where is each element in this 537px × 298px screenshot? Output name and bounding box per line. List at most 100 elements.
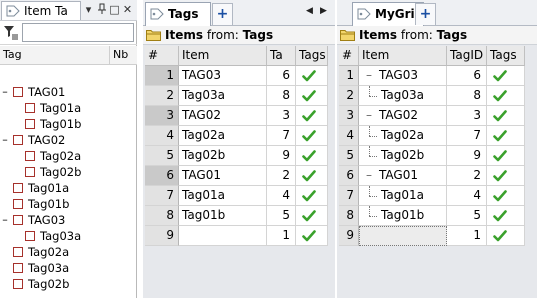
id-cell[interactable]: 2: [447, 166, 487, 186]
check-icon[interactable]: [302, 109, 316, 123]
check-icon[interactable]: [493, 129, 507, 143]
tree-item[interactable]: Tag02b: [0, 276, 137, 292]
tags-check-cell[interactable]: [296, 206, 328, 226]
tags-check-cell[interactable]: [296, 146, 328, 166]
item-cell[interactable]: – TAG03: [359, 66, 447, 86]
check-icon[interactable]: [493, 89, 507, 103]
tags-check-cell[interactable]: [487, 166, 525, 186]
row-number[interactable]: 8: [145, 206, 179, 226]
column-header-item[interactable]: Item: [179, 46, 267, 66]
collapse-icon[interactable]: –: [1, 84, 9, 100]
tags-check-cell[interactable]: [296, 226, 328, 246]
item-cell[interactable]: – TAG01: [359, 166, 447, 186]
tree-checkbox[interactable]: [13, 199, 23, 209]
tags-check-cell[interactable]: [296, 86, 328, 106]
row-number[interactable]: 5: [145, 146, 179, 166]
pushpin-icon[interactable]: [95, 3, 108, 16]
tree-checkbox[interactable]: [13, 279, 23, 289]
id-cell[interactable]: 7: [267, 126, 296, 146]
check-icon[interactable]: [493, 69, 507, 83]
row-number[interactable]: 2: [339, 86, 359, 106]
check-icon[interactable]: [493, 209, 507, 223]
id-cell[interactable]: 4: [447, 186, 487, 206]
tree-checkbox[interactable]: [13, 183, 23, 193]
item-tags-tab[interactable]: Item Ta: [1, 1, 81, 20]
filter-input[interactable]: [22, 23, 134, 42]
id-cell[interactable]: 2: [267, 166, 296, 186]
dropdown-icon[interactable]: ▾: [82, 3, 95, 16]
id-cell[interactable]: 9: [447, 146, 487, 166]
collapse-icon[interactable]: –: [366, 66, 372, 85]
tree-checkbox[interactable]: [13, 135, 23, 145]
item-cell[interactable]: Tag03a: [179, 86, 267, 106]
item-cell[interactable]: Tag02b: [179, 146, 267, 166]
tree-checkbox[interactable]: [13, 87, 23, 97]
tags-check-cell[interactable]: [487, 126, 525, 146]
column-header-tag[interactable]: Tag: [0, 46, 110, 65]
item-cell[interactable]: TAG03: [179, 66, 267, 86]
id-cell[interactable]: 7: [447, 126, 487, 146]
item-cell[interactable]: [359, 226, 447, 246]
row-number[interactable]: 4: [145, 126, 179, 146]
row-number[interactable]: 6: [145, 166, 179, 186]
tree-item[interactable]: Tag01b: [0, 116, 137, 132]
tags-check-cell[interactable]: [487, 106, 525, 126]
tree-checkbox[interactable]: [25, 103, 35, 113]
id-cell[interactable]: 9: [267, 146, 296, 166]
tags-check-cell[interactable]: [487, 66, 525, 86]
row-number[interactable]: 9: [339, 226, 359, 246]
row-number[interactable]: 2: [145, 86, 179, 106]
collapse-icon[interactable]: –: [1, 212, 9, 228]
tree-checkbox[interactable]: [25, 119, 35, 129]
tree-item[interactable]: Tag02b: [0, 164, 137, 180]
tags-check-cell[interactable]: [487, 146, 525, 166]
tags-check-cell[interactable]: [487, 226, 525, 246]
check-icon[interactable]: [302, 89, 316, 103]
check-icon[interactable]: [493, 189, 507, 203]
tags-check-cell[interactable]: [296, 106, 328, 126]
tags-check-cell[interactable]: [487, 186, 525, 206]
item-cell[interactable]: Tag02a: [359, 126, 447, 146]
check-icon[interactable]: [493, 229, 507, 243]
column-header-id[interactable]: Ta: [267, 46, 296, 66]
check-icon[interactable]: [493, 149, 507, 163]
item-cell[interactable]: Tag02b: [359, 146, 447, 166]
row-number[interactable]: 5: [339, 146, 359, 166]
row-number[interactable]: 7: [145, 186, 179, 206]
tree-checkbox[interactable]: [13, 215, 23, 225]
id-cell[interactable]: 4: [267, 186, 296, 206]
id-cell[interactable]: 6: [447, 66, 487, 86]
row-number[interactable]: 8: [339, 206, 359, 226]
item-cell[interactable]: – TAG02: [359, 106, 447, 126]
item-cell[interactable]: Tag02a: [179, 126, 267, 146]
tags-check-cell[interactable]: [296, 186, 328, 206]
id-cell[interactable]: 1: [267, 226, 296, 246]
item-cell[interactable]: Tag01b: [179, 206, 267, 226]
row-number[interactable]: 3: [145, 106, 179, 126]
id-cell[interactable]: 8: [267, 86, 296, 106]
id-cell[interactable]: 3: [267, 106, 296, 126]
tree-item[interactable]: – TAG03: [0, 212, 137, 228]
column-header-tags[interactable]: Tags: [296, 46, 328, 66]
tags-check-cell[interactable]: [296, 126, 328, 146]
tree-checkbox[interactable]: [25, 167, 35, 177]
row-number[interactable]: 3: [339, 106, 359, 126]
id-cell[interactable]: 5: [447, 206, 487, 226]
tree-checkbox[interactable]: [25, 231, 35, 241]
column-header-id[interactable]: TagID: [447, 46, 487, 66]
check-icon[interactable]: [493, 109, 507, 123]
tags-check-cell[interactable]: [296, 166, 328, 186]
tab-tags[interactable]: Tags: [145, 2, 211, 26]
column-header-nb[interactable]: Nb: [110, 46, 137, 65]
column-header-item[interactable]: Item: [359, 46, 447, 66]
check-icon[interactable]: [493, 169, 507, 183]
row-number[interactable]: 9: [145, 226, 179, 246]
tags-check-cell[interactable]: [296, 66, 328, 86]
column-header-number[interactable]: #: [145, 46, 179, 66]
tree-item[interactable]: Tag03a: [0, 228, 137, 244]
tags-check-cell[interactable]: [487, 206, 525, 226]
item-cell[interactable]: [179, 226, 267, 246]
tree-item[interactable]: Tag02a: [0, 148, 137, 164]
tree-item[interactable]: Tag03a: [0, 260, 137, 276]
item-cell[interactable]: Tag01a: [179, 186, 267, 206]
